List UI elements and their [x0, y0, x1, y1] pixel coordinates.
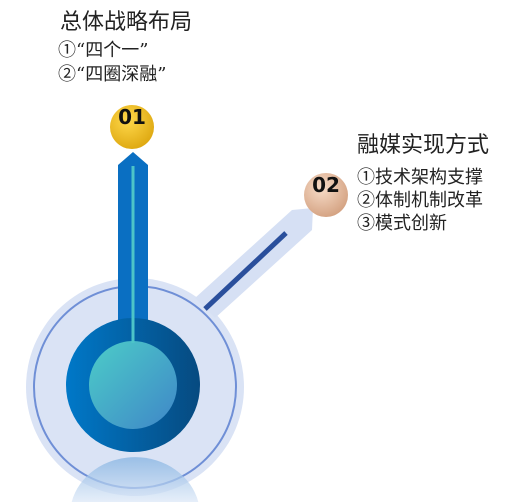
section1-item: ②“四圈深融”: [58, 64, 167, 85]
badge-02: 02: [304, 173, 348, 217]
section2-item: ③模式创新: [357, 213, 447, 234]
section2-item: ②体制机制改革: [357, 190, 483, 211]
section1-item: ①“四个一”: [58, 40, 149, 61]
diagonal-connector-line: [203, 231, 288, 311]
section1-title: 总体战略布局: [60, 10, 193, 35]
section2-item: ①技术架构支撑: [357, 167, 483, 188]
section2-title: 融媒实现方式: [357, 133, 490, 158]
badge-01: 01: [110, 105, 154, 149]
teal-core: [89, 341, 177, 429]
